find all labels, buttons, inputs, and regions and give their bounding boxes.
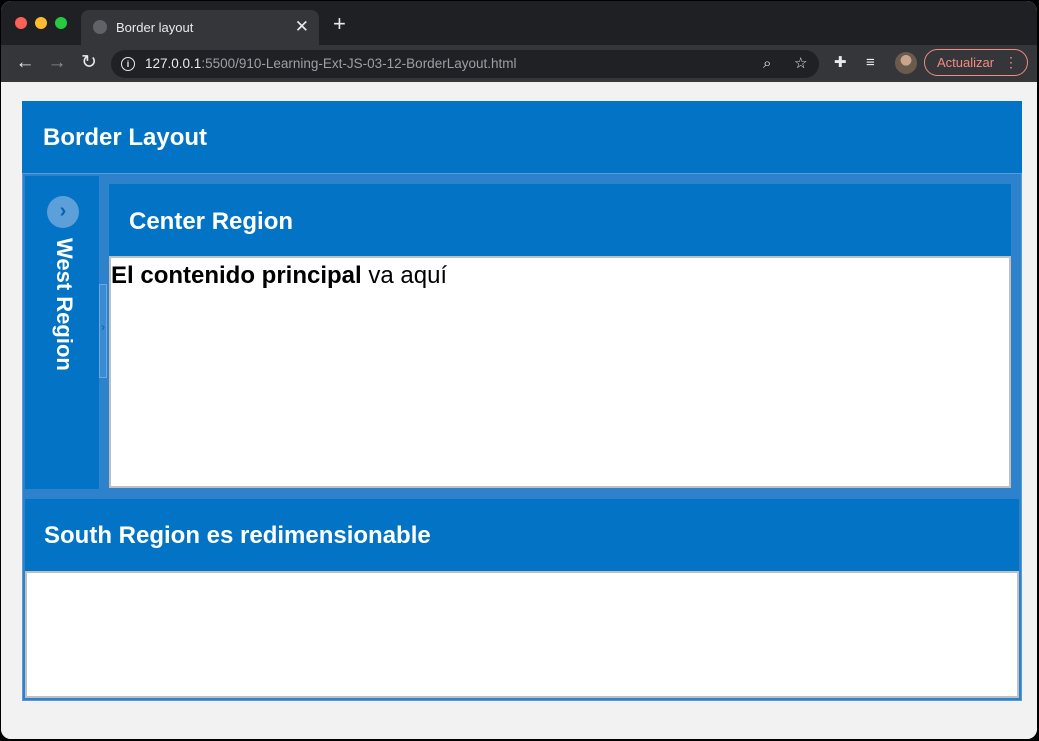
page-title: Border Layout xyxy=(43,124,208,151)
browser-tab[interactable]: Border layout ✕ xyxy=(81,10,319,45)
layout-body: › West Region › Center Region El conteni… xyxy=(22,173,1022,701)
center-region: Center Region El contenido principal va … xyxy=(109,184,1011,488)
forward-arrow-icon[interactable]: → xyxy=(45,52,69,74)
minimize-window-button[interactable] xyxy=(35,17,47,29)
center-content: El contenido principal va aquí xyxy=(111,262,447,290)
extensions-puzzle-icon[interactable]: ✚ xyxy=(834,53,847,73)
west-region-title: West Region xyxy=(52,238,77,371)
url-host: 127.0.0.1 xyxy=(145,56,202,71)
back-arrow-icon[interactable]: ← xyxy=(13,52,37,74)
south-region-header[interactable]: South Region es redimensionable xyxy=(25,499,1019,571)
main-panel-header: Border Layout xyxy=(22,101,1022,173)
center-region-body: El contenido principal va aquí xyxy=(109,256,1011,488)
url-text[interactable]: 127.0.0.1:5500/910-Learning-Ext-JS-03-12… xyxy=(145,56,517,71)
new-tab-button[interactable]: + xyxy=(333,13,346,35)
south-region-title: South Region es redimensionable xyxy=(44,522,431,549)
address-bar[interactable]: i 127.0.0.1:5500/910-Learning-Ext-JS-03-… xyxy=(111,50,819,78)
tab-close-icon[interactable]: ✕ xyxy=(295,17,309,37)
update-button[interactable]: Actualizar ⋮ xyxy=(924,49,1028,76)
zoom-icon[interactable]: ⌕ xyxy=(763,54,771,74)
bookmark-star-icon[interactable]: ☆ xyxy=(794,54,807,74)
west-splitter[interactable]: › xyxy=(99,284,107,378)
profile-avatar[interactable] xyxy=(895,52,917,74)
url-path: :5500/910-Learning-Ext-JS-03-12-BorderLa… xyxy=(201,56,517,71)
more-menu-icon[interactable]: ⋮ xyxy=(1004,50,1018,75)
center-region-header: Center Region xyxy=(109,184,1011,256)
center-region-title: Center Region xyxy=(129,208,294,235)
close-window-button[interactable] xyxy=(15,17,27,29)
splitter-arrow-icon: › xyxy=(101,320,105,334)
center-content-bold: El contenido principal xyxy=(111,262,362,289)
media-queue-icon[interactable]: ≡ xyxy=(866,53,875,73)
tab-strip: Border layout ✕ + xyxy=(1,1,1037,45)
maximize-window-button[interactable] xyxy=(55,17,67,29)
globe-icon xyxy=(93,20,107,34)
page-viewport: Border Layout › West Region › Center Reg… xyxy=(1,82,1037,739)
update-label: Actualizar xyxy=(937,55,995,70)
reload-icon[interactable]: ↻ xyxy=(77,52,101,74)
site-info-icon[interactable]: i xyxy=(121,57,135,71)
expand-chevron-icon[interactable]: › xyxy=(47,196,79,228)
south-region: South Region es redimensionable xyxy=(25,499,1019,698)
tab-title: Border layout xyxy=(116,20,194,35)
south-region-body xyxy=(25,571,1019,698)
browser-window: Border layout ✕ + ← → ↻ i 127.0.0.1:5500… xyxy=(1,1,1037,739)
west-region-collapsed[interactable]: › West Region xyxy=(25,176,99,489)
center-content-rest: va aquí xyxy=(361,262,448,289)
browser-toolbar: ← → ↻ i 127.0.0.1:5500/910-Learning-Ext-… xyxy=(1,45,1037,82)
border-layout-panel: Border Layout › West Region › Center Reg… xyxy=(22,101,1022,701)
